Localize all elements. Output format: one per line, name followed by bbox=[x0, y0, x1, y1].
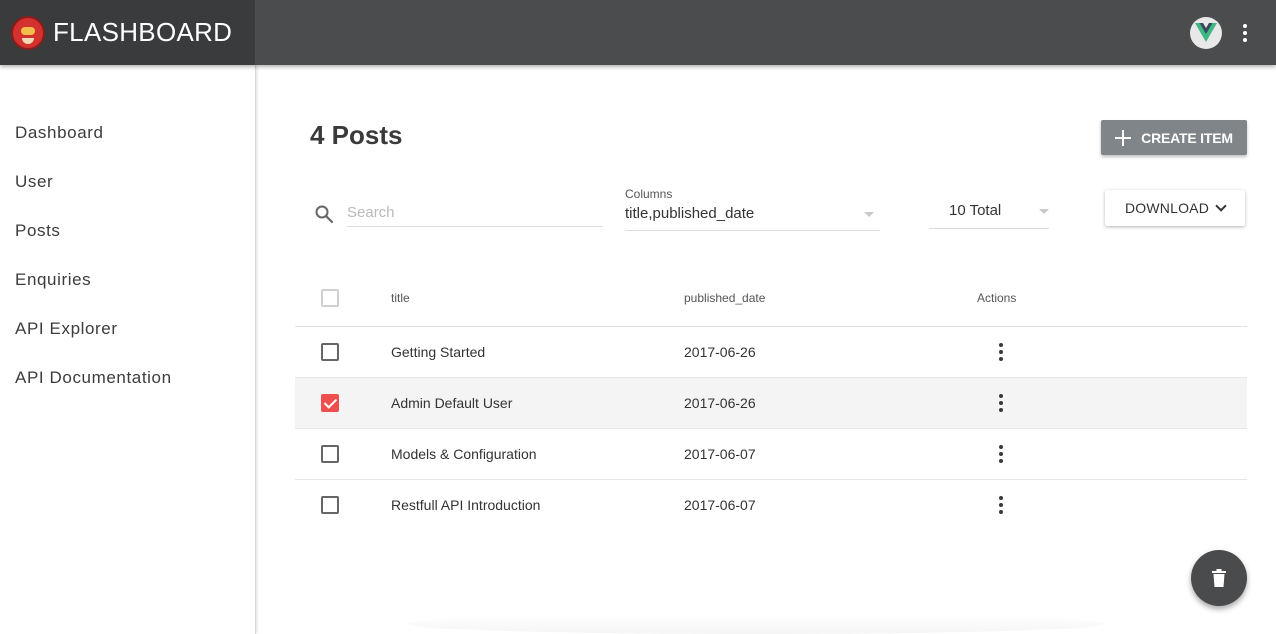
row-title: Restfull API Introduction bbox=[391, 497, 541, 513]
delete-button[interactable] bbox=[1191, 550, 1247, 606]
create-item-label: CREATE ITEM bbox=[1141, 129, 1233, 146]
table-row[interactable]: Admin Default User 2017-06-26 bbox=[295, 378, 1247, 429]
sidebar-item-user[interactable]: User bbox=[15, 172, 53, 192]
row-checkbox[interactable] bbox=[321, 496, 339, 514]
more-vert-icon[interactable] bbox=[1232, 20, 1258, 46]
column-header-actions: Actions bbox=[977, 291, 1017, 305]
top-app-bar: FLASHBOARD bbox=[0, 0, 1276, 65]
column-header-title[interactable]: title bbox=[391, 291, 410, 305]
avatar[interactable] bbox=[1190, 17, 1222, 49]
main-content: 4 Posts CREATE ITEM Columns title,publis… bbox=[256, 65, 1276, 634]
column-header-published-date[interactable]: published_date bbox=[684, 291, 765, 305]
download-button[interactable]: DOWNLOAD bbox=[1105, 190, 1245, 226]
select-all-checkbox[interactable] bbox=[321, 289, 339, 307]
create-item-button[interactable]: CREATE ITEM bbox=[1101, 120, 1247, 155]
row-title: Getting Started bbox=[391, 344, 486, 360]
download-label: DOWNLOAD bbox=[1124, 200, 1210, 216]
chevron-down-icon bbox=[1215, 200, 1227, 212]
more-vert-icon[interactable] bbox=[995, 391, 1007, 415]
row-checkbox[interactable] bbox=[321, 343, 339, 361]
page-title: 4 Posts bbox=[310, 120, 403, 150]
search-input[interactable] bbox=[347, 199, 603, 227]
row-title: Admin Default User bbox=[391, 395, 513, 411]
brand-name: FLASHBOARD bbox=[53, 17, 233, 47]
page-size-value: 10 Total bbox=[949, 202, 1002, 219]
row-published-date: 2017-06-26 bbox=[684, 395, 756, 411]
trash-icon bbox=[1212, 569, 1226, 587]
row-published-date: 2017-06-26 bbox=[684, 344, 756, 360]
search-icon bbox=[315, 205, 334, 224]
vue-logo-icon bbox=[1195, 23, 1217, 42]
table-row[interactable]: Getting Started 2017-06-26 bbox=[295, 327, 1247, 378]
table-row[interactable]: Restfull API Introduction 2017-06-07 bbox=[295, 480, 1247, 531]
sidebar-item-posts[interactable]: Posts bbox=[15, 221, 61, 241]
sidebar: Dashboard User Posts Enquiries API Explo… bbox=[0, 65, 256, 634]
dropdown-caret-icon bbox=[1039, 209, 1049, 214]
row-checkbox[interactable] bbox=[321, 445, 339, 463]
page-size-select[interactable]: 10 Total bbox=[929, 195, 1049, 229]
flash-mascot-icon bbox=[11, 15, 45, 50]
posts-table: title published_date Actions Getting Sta… bbox=[295, 273, 1247, 531]
footer-shadow bbox=[406, 614, 1106, 634]
brand[interactable]: FLASHBOARD bbox=[0, 0, 255, 65]
columns-value: title,published_date bbox=[625, 205, 755, 222]
more-vert-icon[interactable] bbox=[995, 340, 1007, 364]
more-vert-icon[interactable] bbox=[995, 442, 1007, 466]
sidebar-item-dashboard[interactable]: Dashboard bbox=[15, 123, 104, 143]
sidebar-item-api-documentation[interactable]: API Documentation bbox=[15, 368, 172, 388]
plus-icon bbox=[1115, 129, 1132, 146]
columns-select[interactable]: title,published_date bbox=[625, 203, 880, 231]
dropdown-caret-icon bbox=[864, 212, 874, 217]
row-title: Models & Configuration bbox=[391, 446, 537, 462]
table-row[interactable]: Models & Configuration 2017-06-07 bbox=[295, 429, 1247, 480]
row-published-date: 2017-06-07 bbox=[684, 497, 756, 513]
row-checkbox[interactable] bbox=[321, 394, 339, 412]
row-published-date: 2017-06-07 bbox=[684, 446, 756, 462]
table-header: title published_date Actions bbox=[295, 273, 1247, 327]
sidebar-item-enquiries[interactable]: Enquiries bbox=[15, 270, 91, 290]
sidebar-item-api-explorer[interactable]: API Explorer bbox=[15, 319, 118, 339]
more-vert-icon[interactable] bbox=[995, 493, 1007, 517]
columns-label: Columns bbox=[625, 187, 673, 201]
